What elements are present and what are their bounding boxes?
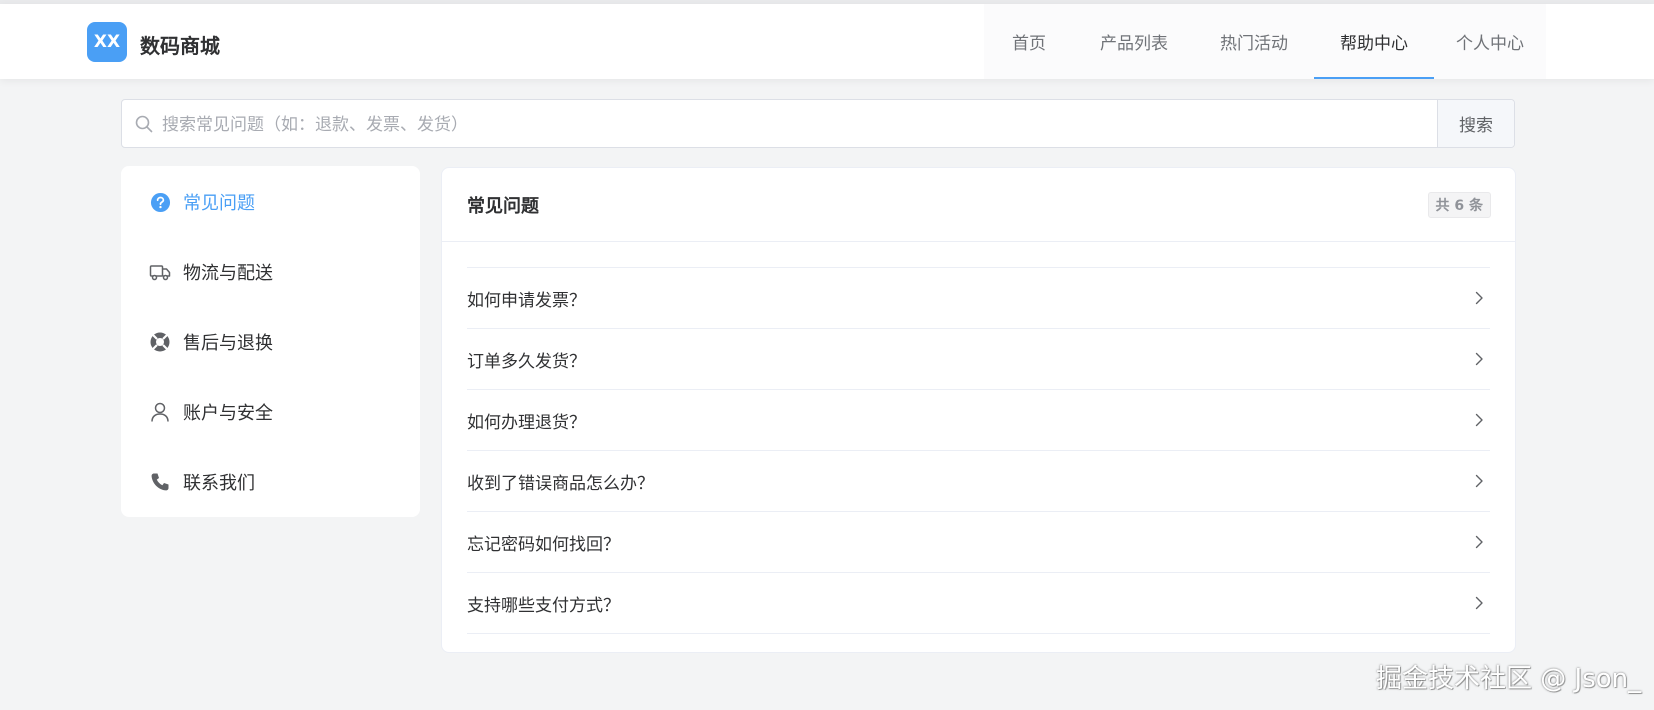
faq-question: 忘记密码如何找回？ — [467, 534, 620, 555]
sidebar-item-label: 物流与配送 — [183, 263, 273, 284]
faq-item[interactable]: 支持哪些支付方式？ — [467, 573, 1490, 634]
faq-item[interactable]: 收到了错误商品怎么办？ — [467, 451, 1490, 512]
faq-list: 如何申请发票？ 订单多久发货？ 如何办理退货？ 收到了错误商品怎么办？ 忘记密码… — [467, 267, 1490, 634]
watermark: 掘金技术社区 @ Json_ — [1376, 664, 1642, 694]
logo[interactable]: XX — [87, 22, 127, 62]
main-nav: 首页 产品列表 热门活动 帮助中心 个人中心 — [984, 4, 1546, 79]
truck-icon — [149, 261, 171, 283]
nav-promotions[interactable]: 热门活动 — [1194, 4, 1314, 79]
chevron-right-icon — [1475, 291, 1483, 305]
faq-question: 如何办理退货？ — [467, 412, 586, 433]
chevron-right-icon — [1475, 413, 1483, 427]
faq-panel: 常见问题 共 6 条 如何申请发票？ 订单多久发货？ 如何办理退货？ 收到了错误… — [441, 167, 1516, 653]
chevron-right-icon — [1475, 535, 1483, 549]
question-circle-icon — [149, 191, 171, 213]
sidebar-item-label: 常见问题 — [183, 193, 255, 214]
nav-products[interactable]: 产品列表 — [1074, 4, 1194, 79]
header: XX 数码商城 首页 产品列表 热门活动 帮助中心 个人中心 — [0, 4, 1654, 79]
sidebar-item-after-sales[interactable]: 售后与退换 — [149, 327, 273, 357]
sidebar-item-faq[interactable]: 常见问题 — [149, 187, 255, 217]
sidebar-item-account[interactable]: 账户与安全 — [149, 397, 273, 427]
lifebuoy-icon — [149, 331, 171, 353]
faq-item[interactable]: 如何办理退货？ — [467, 390, 1490, 451]
faq-question: 如何申请发票？ — [467, 290, 586, 311]
nav-profile[interactable]: 个人中心 — [1434, 4, 1546, 79]
divider — [442, 241, 1515, 242]
sidebar-item-shipping[interactable]: 物流与配送 — [149, 257, 273, 287]
faq-question: 订单多久发货？ — [467, 351, 586, 372]
help-sidebar: 常见问题 物流与配送 售后与退换 账户与安全 联系我们 — [121, 166, 420, 517]
search-button[interactable]: 搜索 — [1437, 100, 1514, 147]
chevron-right-icon — [1475, 474, 1483, 488]
faq-question: 支持哪些支付方式？ — [467, 595, 620, 616]
faq-item[interactable]: 如何申请发票？ — [467, 268, 1490, 329]
chevron-right-icon — [1475, 352, 1483, 366]
nav-home[interactable]: 首页 — [984, 4, 1074, 79]
brand-name[interactable]: 数码商城 — [140, 30, 220, 59]
sidebar-item-contact[interactable]: 联系我们 — [149, 467, 255, 497]
faq-question: 收到了错误商品怎么办？ — [467, 473, 654, 494]
search-input[interactable] — [160, 100, 1434, 149]
count-badge: 共 6 条 — [1427, 192, 1491, 218]
sidebar-item-label: 售后与退换 — [183, 333, 273, 354]
faq-item[interactable]: 订单多久发货？ — [467, 329, 1490, 390]
sidebar-item-label: 账户与安全 — [183, 403, 273, 424]
user-icon — [149, 401, 171, 423]
faq-item[interactable]: 忘记密码如何找回？ — [467, 512, 1490, 573]
panel-title: 常见问题 — [467, 196, 539, 217]
nav-help-center[interactable]: 帮助中心 — [1314, 4, 1434, 79]
phone-icon — [149, 471, 171, 493]
sidebar-item-label: 联系我们 — [183, 473, 255, 494]
chevron-right-icon — [1475, 596, 1483, 610]
search-icon — [135, 115, 153, 133]
search-bar: 搜索 — [121, 99, 1515, 149]
